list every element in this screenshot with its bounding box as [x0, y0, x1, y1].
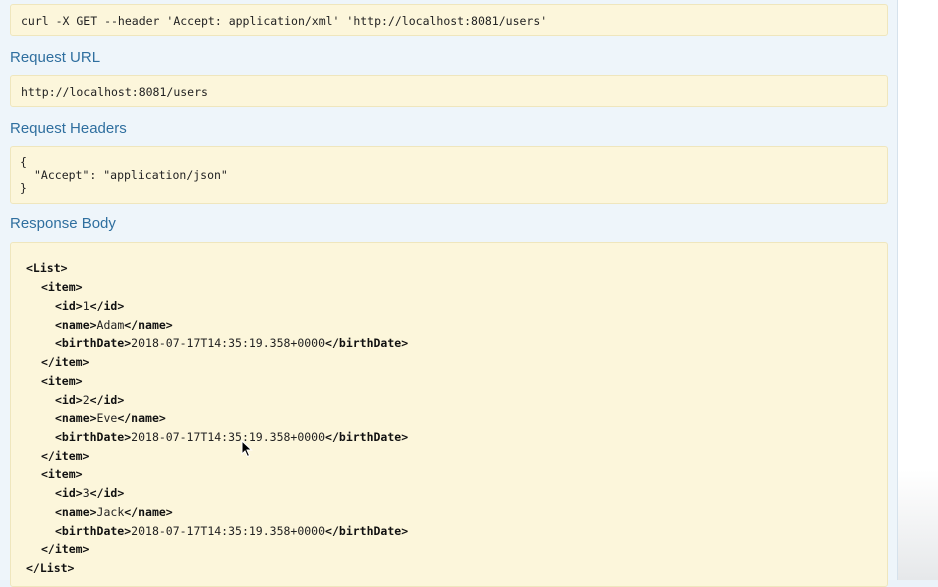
xml-name-line: <name>Eve</name>: [55, 411, 166, 425]
xml-item-open: <item>: [41, 280, 83, 294]
xml-item-close: </item>: [41, 355, 90, 369]
xml-name-open-tag: <name>: [55, 318, 97, 332]
xml-item-open: <item>: [41, 374, 83, 388]
xml-birthdate-open-tag: <birthDate>: [55, 336, 132, 350]
xml-id-line: <id>2</id>: [55, 393, 124, 407]
request-url-heading: Request URL: [10, 49, 101, 66]
headers-close-brace: }: [20, 181, 27, 195]
xml-birthdate-value: 2018-07-17T14:35:19.358+0000: [131, 524, 326, 538]
xml-birthdate-open-tag: <birthDate>: [55, 430, 132, 444]
xml-id-close-tag: </id>: [89, 393, 125, 407]
xml-name-close-tag: </name>: [124, 318, 173, 332]
xml-name-value: Eve: [96, 411, 118, 425]
xml-id-value: 1: [82, 299, 90, 313]
right-gutter-fade: [898, 470, 938, 580]
xml-birthdate-line: <birthDate>2018-07-17T14:35:19.358+0000<…: [55, 430, 408, 444]
response-body-heading: Response Body: [10, 215, 116, 232]
api-response-panel: curl -X GET --header 'Accept: applicatio…: [0, 0, 898, 587]
xml-id-open-tag: <id>: [55, 393, 83, 407]
request-url-box[interactable]: http://localhost:8081/users: [10, 75, 888, 107]
xml-item-close: </item>: [41, 542, 90, 556]
xml-name-close-tag: </name>: [117, 411, 166, 425]
xml-birthdate-value: 2018-07-17T14:35:19.358+0000: [131, 336, 326, 350]
xml-id-close-tag: </id>: [89, 299, 125, 313]
xml-birthdate-close-tag: </birthDate>: [325, 524, 409, 538]
xml-birthdate-close-tag: </birthDate>: [325, 430, 409, 444]
right-gutter: [898, 0, 938, 580]
xml-id-open-tag: <id>: [55, 486, 83, 500]
xml-birthdate-value: 2018-07-17T14:35:19.358+0000: [131, 430, 326, 444]
xml-name-open-tag: <name>: [55, 505, 97, 519]
headers-accept-entry: "Accept": "application/json": [34, 168, 228, 182]
xml-name-line: <name>Adam</name>: [55, 318, 173, 332]
xml-item-close: </item>: [41, 449, 90, 463]
xml-name-close-tag: </name>: [124, 505, 173, 519]
request-url-value: http://localhost:8081/users: [21, 85, 208, 99]
xml-name-open-tag: <name>: [55, 411, 97, 425]
xml-id-value: 3: [82, 486, 90, 500]
xml-birthdate-line: <birthDate>2018-07-17T14:35:19.358+0000<…: [55, 336, 408, 350]
request-headers-box[interactable]: { "Accept": "application/json" }: [10, 146, 888, 204]
xml-list-open: <List>: [26, 261, 68, 275]
mouse-pointer-icon: [241, 440, 253, 458]
xml-birthdate-close-tag: </birthDate>: [325, 336, 409, 350]
xml-id-value: 2: [82, 393, 90, 407]
xml-name-value: Adam: [96, 318, 125, 332]
xml-id-open-tag: <id>: [55, 299, 83, 313]
request-headers-heading: Request Headers: [10, 120, 127, 137]
xml-id-close-tag: </id>: [89, 486, 125, 500]
xml-id-line: <id>3</id>: [55, 486, 124, 500]
curl-command-box[interactable]: curl -X GET --header 'Accept: applicatio…: [10, 4, 888, 36]
xml-id-line: <id>1</id>: [55, 299, 124, 313]
xml-list-close: </List>: [26, 561, 75, 575]
xml-item-open: <item>: [41, 467, 83, 481]
curl-command-text: curl -X GET --header 'Accept: applicatio…: [21, 14, 548, 28]
response-body-box[interactable]: <List> <item> <id>1</id> <name>Adam</nam…: [10, 242, 888, 587]
xml-name-value: Jack: [96, 505, 125, 519]
headers-open-brace: {: [20, 155, 27, 169]
xml-birthdate-open-tag: <birthDate>: [55, 524, 132, 538]
xml-birthdate-line: <birthDate>2018-07-17T14:35:19.358+0000<…: [55, 524, 408, 538]
xml-name-line: <name>Jack</name>: [55, 505, 173, 519]
